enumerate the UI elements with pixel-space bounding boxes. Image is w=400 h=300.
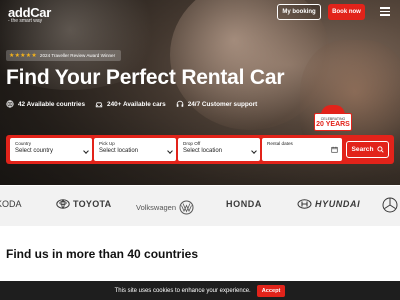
dropoff-value: Select location <box>183 148 223 154</box>
country-label: Country <box>15 141 32 146</box>
feature-support-label: 24/7 Customer support <box>187 100 258 108</box>
twenty-years-badge: CELEBRATING 20 YEARS <box>314 105 352 133</box>
feature-cars-label: 240+ Available cars <box>107 100 166 108</box>
hero-title: Find Your Perfect Rental Car <box>6 66 285 89</box>
vw-logo-icon <box>179 200 194 215</box>
cookie-banner: This site uses cookies to enhance your e… <box>0 281 400 300</box>
pickup-select[interactable]: Pick Up Select location <box>94 138 176 161</box>
badge-body: CELEBRATING 20 YEARS <box>314 113 352 131</box>
search-panel: Country Select country Pick Up Select lo… <box>6 135 394 164</box>
brand-honda-text: HONDA <box>226 199 262 209</box>
rental-dates-label: Rental dates <box>267 141 293 146</box>
brand-mercedes[interactable] <box>382 197 398 213</box>
feature-countries: 42 Available countries <box>6 100 85 108</box>
hyundai-logo-icon <box>297 199 312 209</box>
brand-skoda-text: KODA <box>0 199 22 209</box>
countries-section-title: Find us in more than 40 countries <box>6 247 199 261</box>
brand-volkswagen[interactable]: Volkswagen <box>136 200 194 215</box>
country-value: Select country <box>15 148 54 154</box>
rating-stars-icon: ★★★★★ <box>9 53 37 59</box>
car-icon <box>95 102 103 108</box>
feature-support: 24/7 Customer support <box>176 100 258 108</box>
addcar-logo[interactable]: addCar - the smart way <box>8 5 51 24</box>
badge-big-text: 20 YEARS <box>316 120 350 128</box>
pickup-value: Select location <box>99 148 139 154</box>
feature-cars: 240+ Available cars <box>95 100 166 108</box>
feature-countries-label: 42 Available countries <box>18 100 86 108</box>
brand-skoda[interactable]: KODA <box>0 199 22 209</box>
brand-vw-text: Volkswagen <box>136 203 177 212</box>
cookie-accept-button[interactable]: Accept <box>256 284 286 297</box>
headset-icon <box>176 100 183 107</box>
calendar-icon <box>331 146 338 153</box>
toyota-logo-icon <box>56 199 70 209</box>
mercedes-logo-icon <box>382 197 398 213</box>
rental-dates-field[interactable]: Rental dates <box>262 138 342 161</box>
brand-strip: KODA TOYOTA Volkswagen HONDA HYUNDAI <box>0 186 400 226</box>
cookie-text: This site uses cookies to enhance your e… <box>114 287 251 294</box>
feature-list: 42 Available countries 240+ Available ca… <box>6 100 257 108</box>
brand-hyundai-text: HYUNDAI <box>315 199 361 209</box>
logo-tagline: - the smart way <box>8 18 43 24</box>
dropoff-select[interactable]: Drop Off Select location <box>178 138 260 161</box>
country-select[interactable]: Country Select country <box>10 138 92 161</box>
brand-hyundai[interactable]: HYUNDAI <box>297 199 360 209</box>
award-text: 2024 Traveller Review Award Winner <box>39 53 116 58</box>
pickup-label: Pick Up <box>99 141 115 146</box>
brand-toyota-text: TOYOTA <box>73 199 112 209</box>
brand-honda[interactable]: HONDA <box>226 199 262 209</box>
brand-toyota[interactable]: TOYOTA <box>56 199 111 209</box>
award-badge: ★★★★★ 2024 Traveller Review Award Winner <box>6 50 122 61</box>
search-button[interactable]: Search <box>346 141 389 158</box>
search-icon <box>376 146 384 153</box>
book-now-button[interactable]: Book now <box>328 4 365 20</box>
dropoff-label: Drop Off <box>183 141 201 146</box>
hamburger-menu-icon[interactable] <box>380 7 390 16</box>
search-button-label: Search <box>351 146 374 153</box>
my-booking-button[interactable]: My booking <box>277 4 321 20</box>
globe-icon <box>6 100 14 108</box>
